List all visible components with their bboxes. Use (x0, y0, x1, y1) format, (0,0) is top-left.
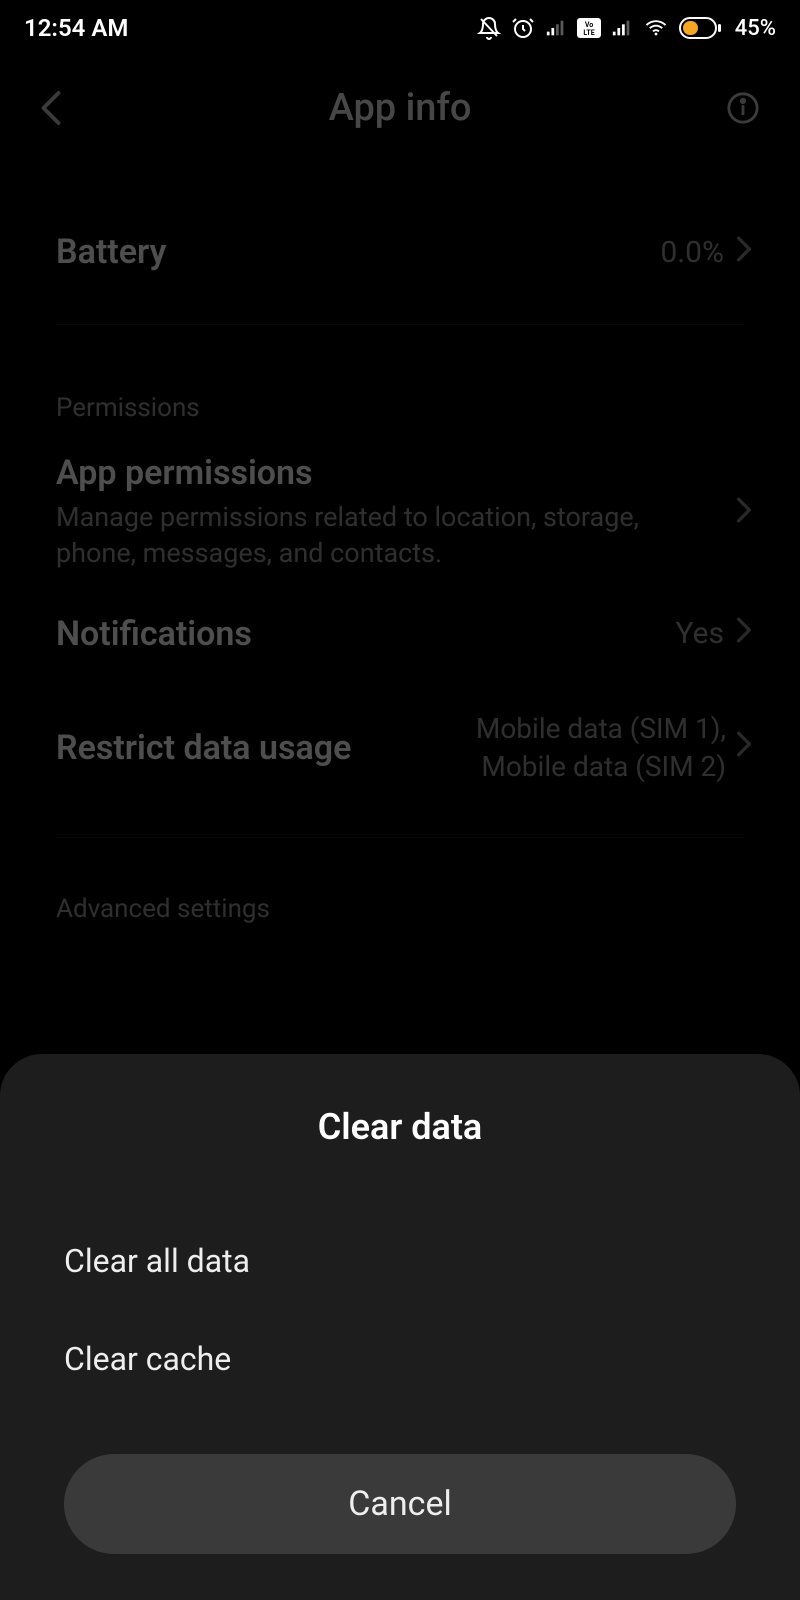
chevron-right-icon (736, 616, 752, 651)
divider (56, 837, 744, 838)
signal-icon-1 (545, 17, 567, 39)
page-title: App info (80, 86, 720, 130)
restrict-value-2: Mobile data (SIM 2) (476, 748, 726, 786)
svg-text:LTE: LTE (583, 29, 594, 37)
battery-value: 0.0% (660, 235, 724, 270)
clear-all-data-option[interactable]: Clear all data (0, 1212, 800, 1310)
restrict-data-label: Restrict data usage (56, 728, 351, 768)
notifications-value: Yes (676, 616, 724, 651)
svg-text:Vo: Vo (585, 21, 593, 29)
notifications-row[interactable]: Notifications Yes (0, 586, 800, 682)
status-icons-group: VoLTE 45% (477, 16, 776, 41)
do-not-disturb-icon (477, 16, 501, 40)
restrict-data-row[interactable]: Restrict data usage Mobile data (SIM 1),… (0, 682, 800, 814)
cancel-button[interactable]: Cancel (64, 1454, 736, 1554)
wifi-icon (643, 17, 669, 39)
clear-data-dialog: Clear data Clear all data Clear cache Ca… (0, 1054, 800, 1600)
notifications-label: Notifications (56, 614, 252, 654)
app-permissions-row[interactable]: App permissions Manage permissions relat… (0, 439, 800, 586)
back-icon[interactable] (40, 90, 80, 126)
app-permissions-desc: Manage permissions related to location, … (56, 499, 716, 572)
chevron-right-icon (736, 235, 752, 270)
chevron-right-icon (736, 497, 752, 527)
signal-icon-2 (611, 17, 633, 39)
alarm-icon (511, 16, 535, 40)
battery-icon (679, 17, 721, 39)
clear-cache-option[interactable]: Clear cache (0, 1310, 800, 1408)
info-icon[interactable] (720, 91, 760, 125)
app-header: App info (0, 52, 800, 150)
divider (56, 324, 744, 325)
page-content-dimmed: App info Battery 0.0% Permissions App pe… (0, 52, 800, 940)
advanced-section-label: Advanced settings (0, 862, 800, 940)
volte-icon: VoLTE (577, 18, 601, 38)
chevron-right-icon (736, 729, 752, 767)
battery-percentage: 45% (735, 16, 776, 41)
dialog-title: Clear data (0, 1106, 800, 1148)
app-permissions-title: App permissions (56, 453, 716, 493)
status-time: 12:54 AM (24, 14, 128, 42)
status-bar: 12:54 AM VoLTE 45% (0, 0, 800, 52)
restrict-value-1: Mobile data (SIM 1), (476, 710, 726, 748)
battery-label: Battery (56, 232, 166, 272)
permissions-section-label: Permissions (0, 349, 800, 439)
battery-row[interactable]: Battery 0.0% (0, 204, 800, 300)
